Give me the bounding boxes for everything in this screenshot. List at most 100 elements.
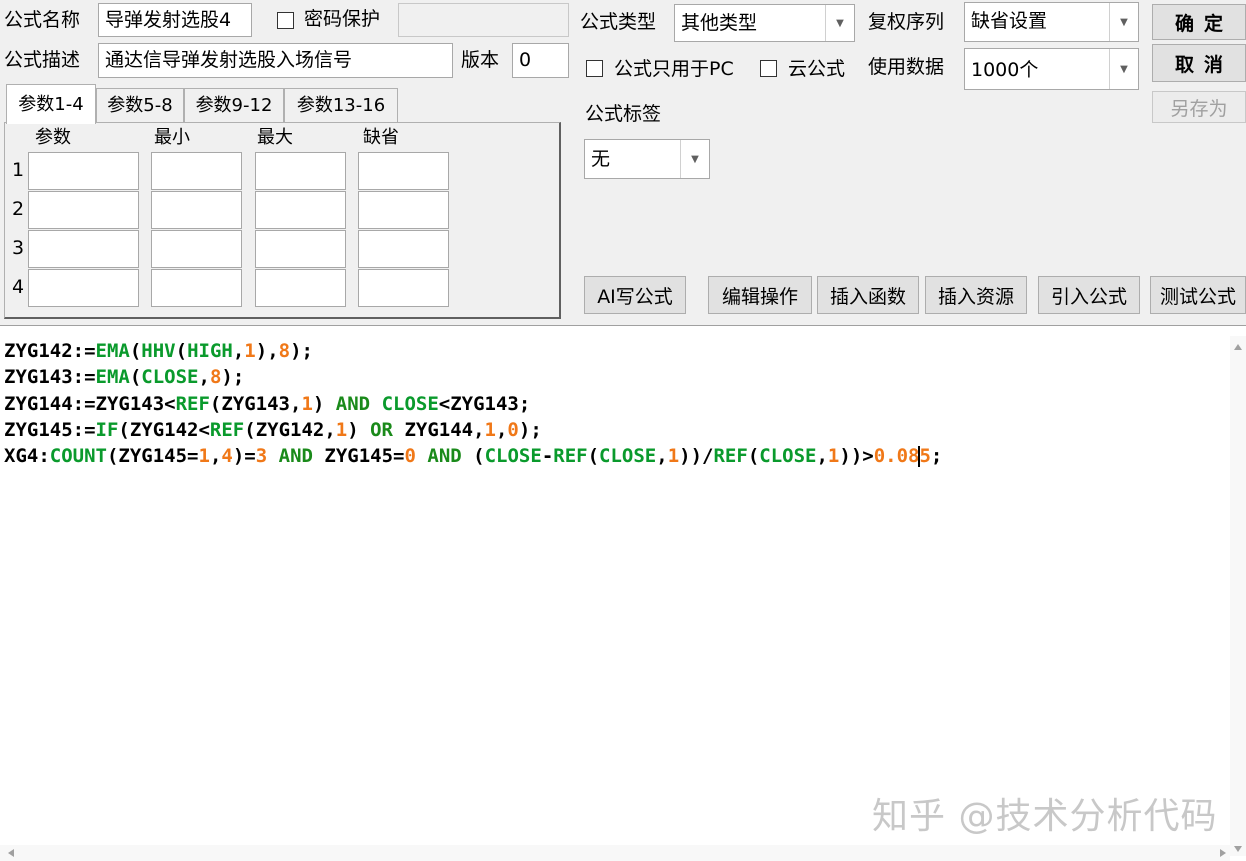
code-line[interactable]: ZYG145:=IF(ZYG142<REF(ZYG142,1) OR ZYG14… [4, 417, 942, 443]
ok-button[interactable]: 确定 [1152, 4, 1246, 40]
chevron-down-icon[interactable]: ▼ [825, 5, 854, 41]
code-token: AND [335, 392, 371, 415]
rights-value: 缺省设置 [971, 10, 1048, 32]
code-token: (ZYG143, [209, 392, 302, 415]
edit-operations-button[interactable]: 编辑操作 [708, 276, 812, 314]
param-max-field[interactable] [255, 230, 346, 268]
code-token: REF [553, 445, 588, 468]
formula-tag-select[interactable]: 无 ▼ [584, 139, 710, 179]
code-token: ); [518, 418, 542, 441]
cancel-button[interactable]: 取消 [1152, 44, 1246, 82]
formula-desc-input[interactable]: 通达信导弹发射选股入场信号 [98, 43, 453, 78]
code-line[interactable]: ZYG143:=EMA(CLOSE,8); [4, 364, 942, 390]
code-token: AND [427, 445, 462, 468]
code-token: HIGH [187, 340, 233, 362]
param-min-field[interactable] [151, 191, 242, 229]
tab-params-9-12[interactable]: 参数9-12 [184, 88, 284, 122]
password-input[interactable] [398, 3, 569, 37]
code-token: (ZYG142< [118, 418, 210, 441]
param-min-field[interactable] [151, 152, 242, 190]
code-token: 1 [667, 445, 680, 468]
code-token: COUNT [49, 445, 107, 468]
horizontal-scrollbar[interactable] [0, 845, 1230, 861]
formula-name-input[interactable]: 导弹发射选股4 [98, 3, 252, 37]
formula-tag-label: 公式标签 [585, 103, 662, 125]
code-token: , [232, 340, 245, 362]
param-min-field[interactable] [151, 230, 242, 268]
code-token: , [656, 445, 668, 468]
password-checkbox[interactable] [277, 12, 294, 29]
ai-write-formula-button[interactable]: AI写公式 [584, 276, 686, 314]
code-token: CLOSE [381, 392, 439, 415]
code-token: 8 [209, 366, 222, 389]
code-token: EMA [95, 340, 130, 362]
code-line[interactable]: XG4:COUNT(ZYG145=1,4)=3 AND ZYG145=0 AND… [4, 443, 942, 469]
chevron-down-icon[interactable]: ▼ [1109, 3, 1138, 41]
code-line[interactable]: ZYG142:=EMA(HHV(HIGH,1),8); [4, 338, 942, 364]
insert-function-button[interactable]: 插入函数 [817, 276, 919, 314]
code-token: ); [221, 366, 245, 389]
param-name-field[interactable] [28, 152, 139, 190]
data-count-label: 使用数据 [868, 56, 945, 78]
code-token: ZYG145= [312, 445, 405, 468]
param-max-field[interactable] [255, 191, 346, 229]
code-token: 1 [244, 340, 256, 362]
tab-params-5-8[interactable]: 参数5-8 [96, 88, 184, 122]
param-name-field[interactable] [28, 230, 139, 268]
data-count-value: 1000个 [971, 59, 1039, 81]
tab-params-1-4[interactable]: 参数1-4 [6, 84, 96, 124]
param-max-field[interactable] [255, 269, 346, 307]
param-max-field[interactable] [255, 152, 346, 190]
code-token: 1 [198, 445, 210, 468]
import-formula-button[interactable]: 引入公式 [1038, 276, 1140, 314]
insert-resource-button[interactable]: 插入资源 [925, 276, 1027, 314]
formula-name-label: 公式名称 [4, 9, 81, 31]
test-formula-button[interactable]: 测试公式 [1150, 276, 1246, 314]
code-token: ; [930, 445, 943, 468]
chevron-down-icon[interactable]: ▼ [1109, 49, 1138, 89]
code-token: ( [747, 445, 760, 468]
version-input[interactable]: 0 [512, 43, 569, 78]
code-token: (ZYG142, [244, 418, 336, 441]
code-token: 5 [919, 445, 931, 468]
tab-params-13-16[interactable]: 参数13-16 [284, 88, 398, 122]
formula-code[interactable]: ZYG142:=EMA(HHV(HIGH,1),8); ZYG143:=EMA(C… [4, 338, 942, 469]
formula-type-label: 公式类型 [580, 11, 657, 33]
code-line[interactable]: ZYG144:=ZYG143<REF(ZYG143,1) AND CLOSE<Z… [4, 391, 942, 417]
code-token: CLOSE [759, 445, 817, 468]
code-token: CLOSE [484, 445, 542, 468]
code-token: )= [232, 445, 256, 468]
code-token: ( [587, 445, 600, 468]
row-number: 2 [12, 198, 25, 220]
scroll-down-icon [1234, 846, 1242, 852]
code-token: AND [278, 445, 313, 468]
param-default-field[interactable] [358, 152, 449, 190]
code-token: EMA [95, 366, 130, 389]
save-as-button[interactable]: 另存为 [1152, 91, 1246, 123]
row-number: 3 [12, 237, 25, 259]
code-token: 0 [507, 418, 519, 441]
pc-only-checkbox[interactable] [586, 60, 603, 77]
param-default-field[interactable] [358, 191, 449, 229]
code-token: (ZYG145= [106, 445, 199, 468]
rights-select[interactable]: 缺省设置 ▼ [964, 2, 1139, 42]
param-name-field[interactable] [28, 269, 139, 307]
code-token: , [209, 445, 222, 468]
code-token: - [541, 445, 554, 468]
code-token: , [816, 445, 828, 468]
formula-editor[interactable]: ZYG142:=EMA(HHV(HIGH,1),8); ZYG143:=EMA(C… [0, 325, 1246, 861]
cloud-label: 云公式 [788, 58, 846, 80]
code-token: ) [312, 392, 336, 415]
chevron-down-icon[interactable]: ▼ [680, 140, 709, 178]
formula-type-select[interactable]: 其他类型 ▼ [674, 4, 855, 42]
data-count-select[interactable]: 1000个 ▼ [964, 48, 1139, 90]
param-min-field[interactable] [151, 269, 242, 307]
vertical-scrollbar[interactable] [1230, 336, 1246, 856]
param-default-field[interactable] [358, 230, 449, 268]
cloud-checkbox[interactable] [760, 60, 777, 77]
param-default-field[interactable] [358, 269, 449, 307]
scroll-right-icon [1220, 849, 1226, 857]
code-token: 3 [255, 445, 268, 468]
code-token: ); [290, 340, 313, 362]
param-name-field[interactable] [28, 191, 139, 229]
